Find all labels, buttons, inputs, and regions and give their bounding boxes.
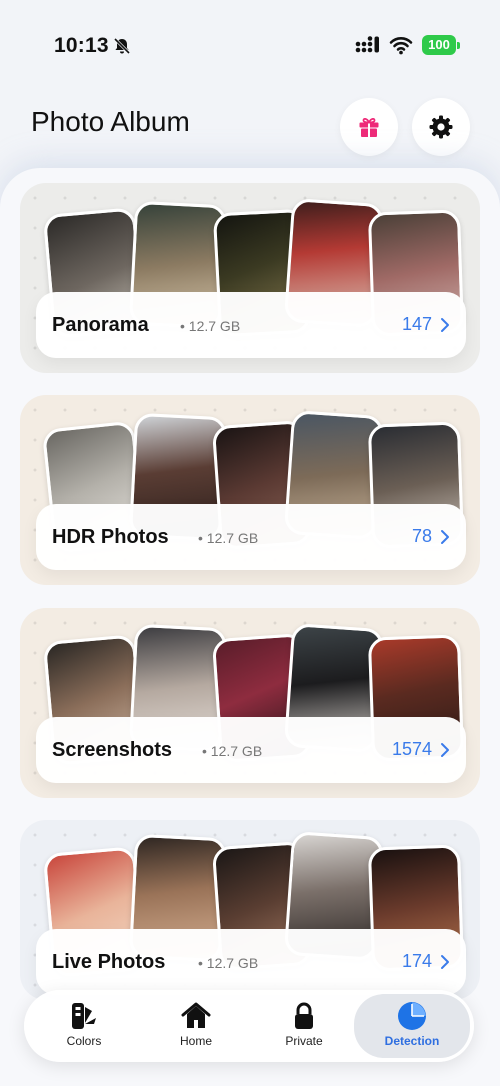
album-size: • 12.7 GB bbox=[198, 955, 259, 971]
tab-detection[interactable]: Detection bbox=[354, 994, 470, 1058]
album-info-bar: Panorama • 12.7 GB 147 bbox=[36, 292, 466, 358]
chevron-right-icon bbox=[441, 743, 449, 757]
page-title: Photo Album bbox=[31, 106, 190, 137]
settings-button[interactable] bbox=[412, 98, 470, 156]
gift-button[interactable] bbox=[340, 98, 398, 156]
album-count: 147 bbox=[401, 314, 432, 334]
album-name: Screenshots bbox=[52, 739, 173, 761]
wifi-icon bbox=[389, 37, 413, 55]
album-size: • 12.7 GB bbox=[198, 530, 259, 546]
cellular-signal-icon bbox=[355, 36, 379, 53]
tab-private[interactable]: Private bbox=[248, 990, 360, 1062]
status-time: 10:13 bbox=[54, 34, 109, 57]
album-name: HDR Photos bbox=[52, 526, 169, 548]
lock-icon bbox=[295, 1002, 313, 1029]
pie-chart-icon bbox=[398, 1002, 426, 1030]
tab-label: Home bbox=[179, 1034, 212, 1048]
album-info-bar: Screenshots • 12.7 GB 1574 bbox=[36, 717, 466, 783]
album-card-live-photos[interactable]: Live Photos • 12.7 GB 174 bbox=[20, 820, 480, 1000]
swatch-icon bbox=[72, 1003, 96, 1029]
home-icon bbox=[181, 1002, 211, 1028]
tab-colors[interactable]: Colors bbox=[28, 990, 140, 1062]
album-count: 78 bbox=[411, 526, 432, 546]
album-info-bar: Live Photos • 12.7 GB 174 bbox=[36, 929, 466, 995]
album-name: Live Photos bbox=[52, 951, 166, 973]
album-card-hdr-photos[interactable]: HDR Photos • 12.7 GB 78 bbox=[20, 395, 480, 585]
battery-indicator: 100 bbox=[422, 35, 460, 55]
album-card-screenshots[interactable]: Screenshots • 12.7 GB 1574 bbox=[20, 608, 480, 798]
tab-label: Colors bbox=[66, 1034, 102, 1048]
album-count: 174 bbox=[401, 951, 432, 971]
bell-muted-icon bbox=[113, 37, 131, 55]
chevron-right-icon bbox=[441, 530, 449, 544]
album-size: • 12.7 GB bbox=[202, 743, 263, 759]
bottom-tab-bar: Colors Home Private Detection bbox=[24, 990, 474, 1062]
album-count: 1574 bbox=[391, 739, 432, 759]
gift-icon bbox=[359, 118, 379, 137]
chevron-right-icon bbox=[441, 955, 449, 969]
album-name: Panorama bbox=[52, 314, 149, 336]
chevron-right-icon bbox=[441, 318, 449, 332]
tab-label: Detection bbox=[384, 1034, 440, 1048]
tab-label: Private bbox=[285, 1034, 323, 1048]
album-card-panorama[interactable]: Panorama • 12.7 GB 147 bbox=[20, 183, 480, 373]
status-bar: 10:13 100 bbox=[0, 0, 500, 80]
tab-home[interactable]: Home bbox=[140, 990, 252, 1062]
gear-icon bbox=[429, 115, 453, 139]
album-size: • 12.7 GB bbox=[180, 318, 241, 334]
album-info-bar: HDR Photos • 12.7 GB 78 bbox=[36, 504, 466, 570]
